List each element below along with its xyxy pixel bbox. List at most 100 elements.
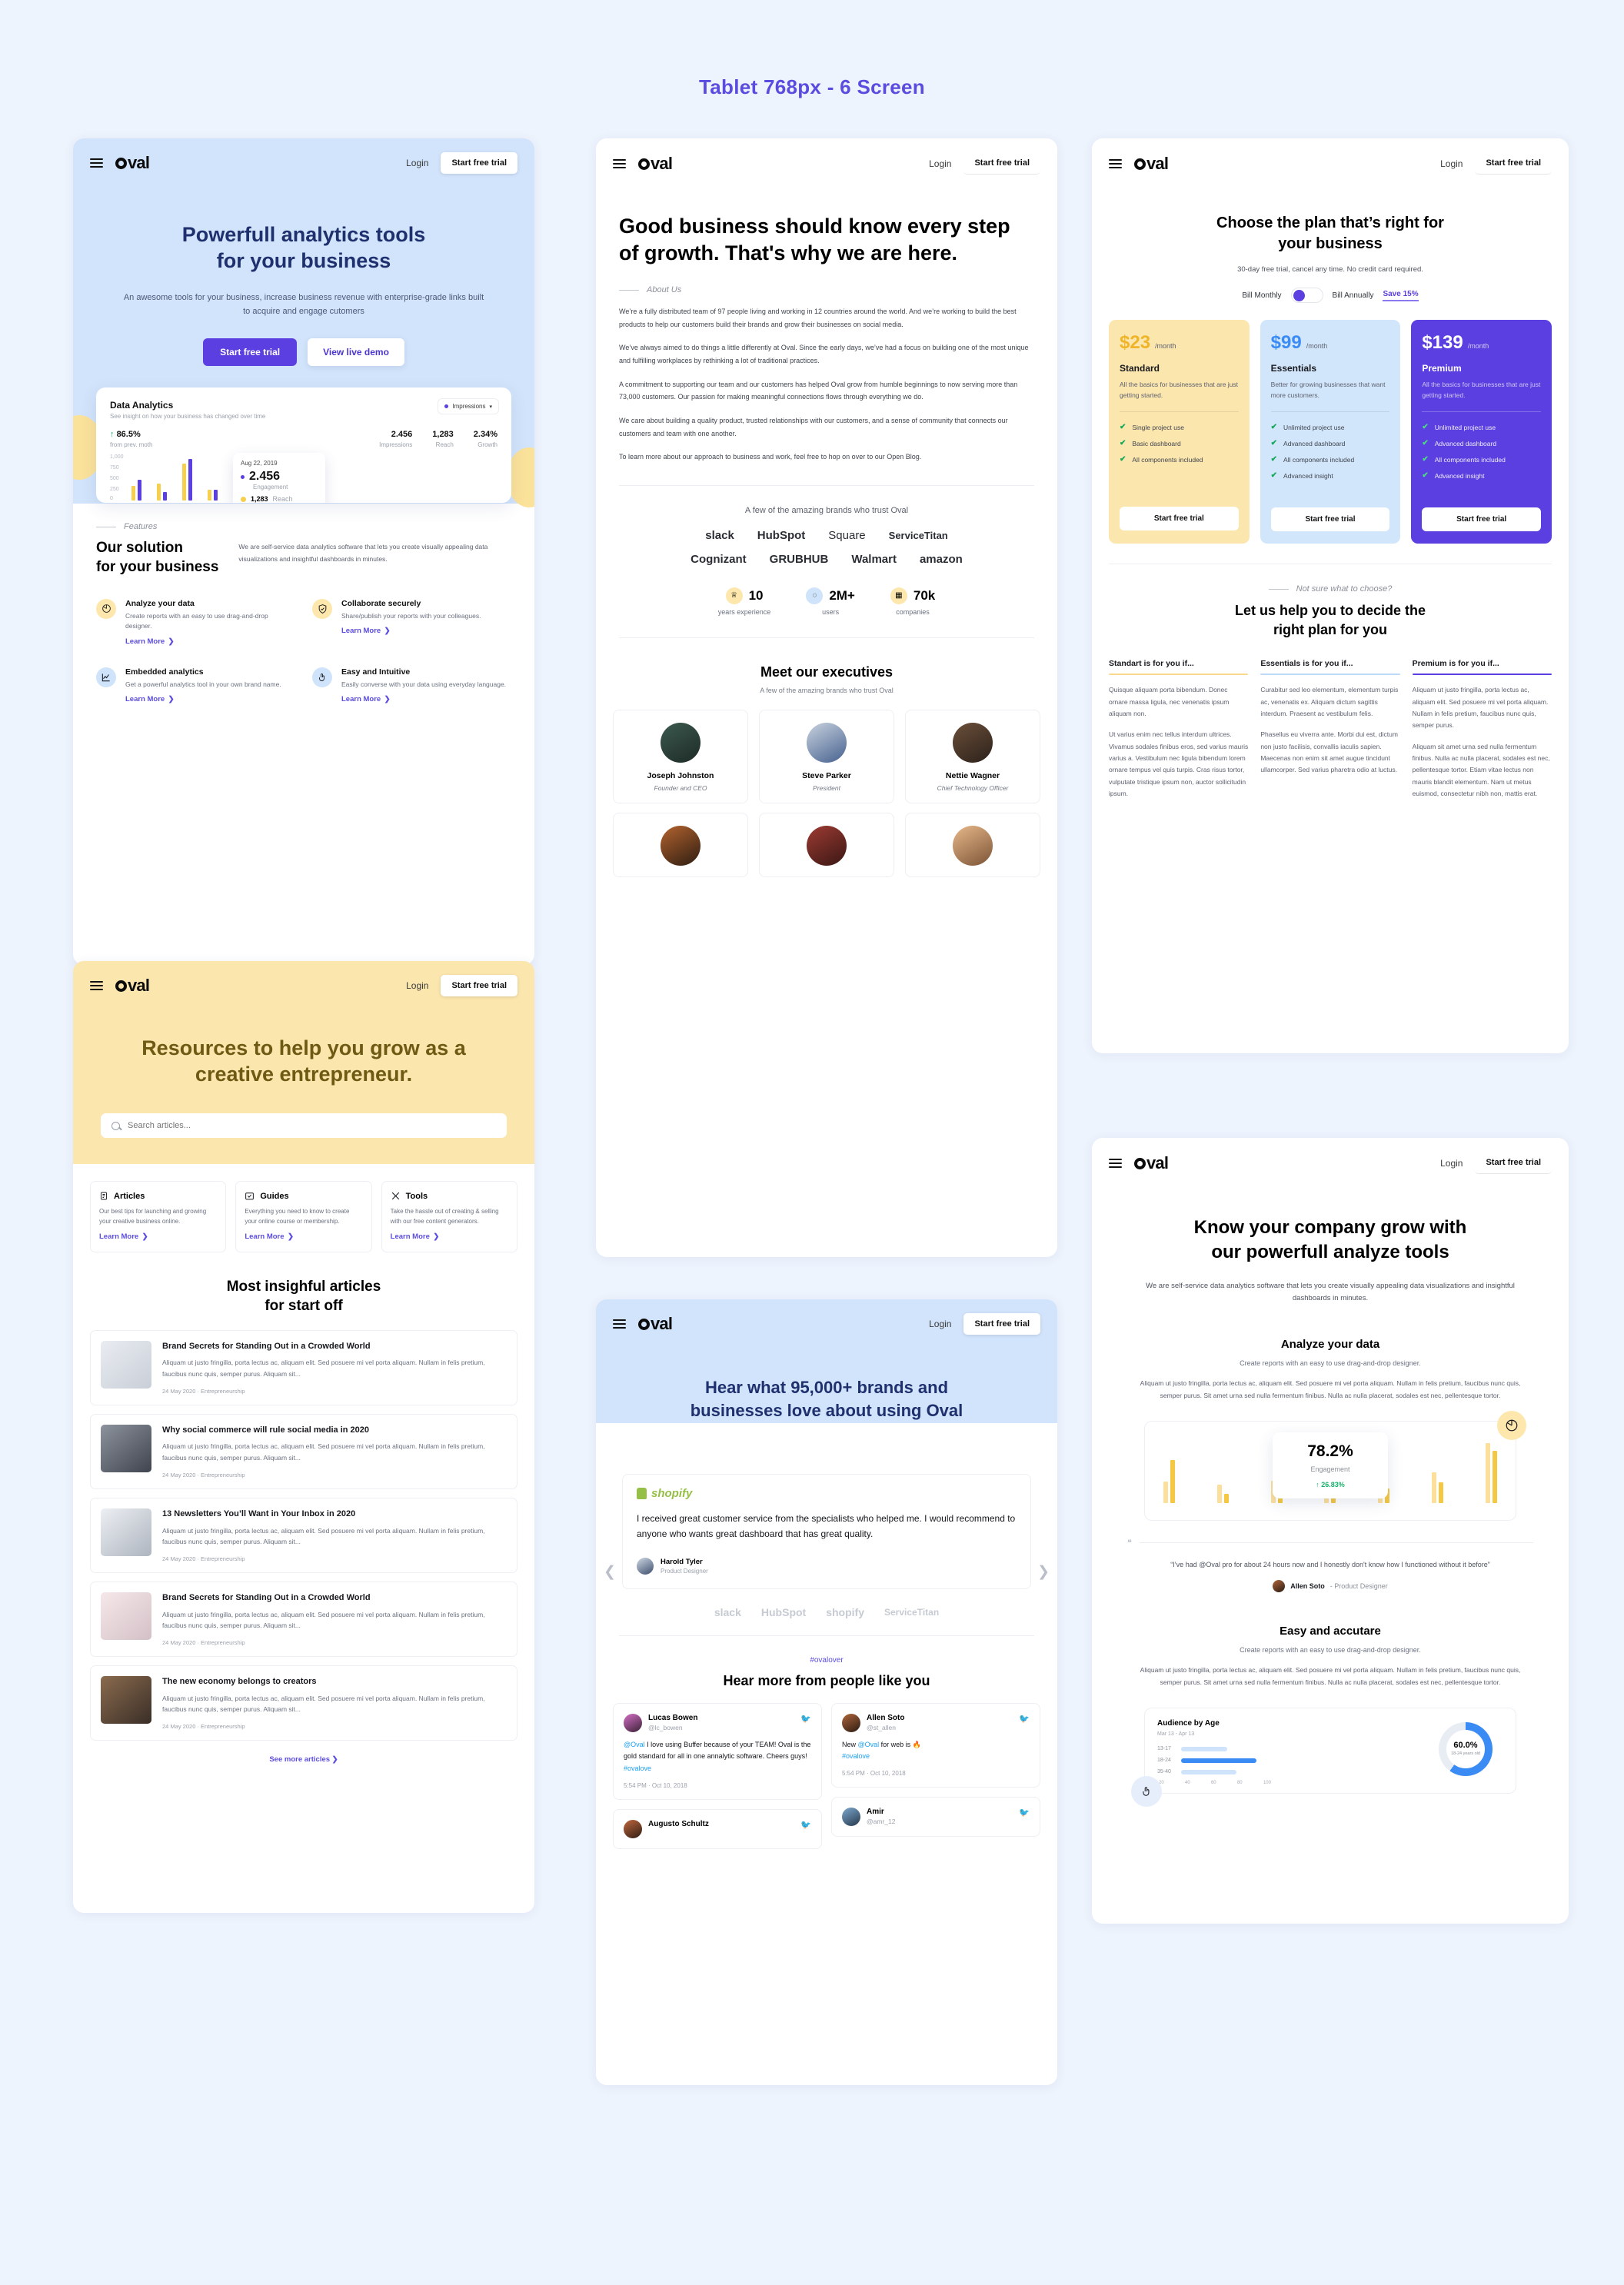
- start-free-trial-button[interactable]: Start free trial: [1475, 152, 1552, 175]
- menu-icon[interactable]: [1109, 1156, 1122, 1170]
- feature-card[interactable]: Analyze your data Create reports with an…: [96, 598, 295, 647]
- chevron-right-icon: ❯: [168, 637, 175, 646]
- hero-primary-cta[interactable]: Start free trial: [203, 338, 298, 367]
- tweet-timestamp: 5:54 PM · Oct 10, 2018: [842, 1770, 906, 1777]
- resource-card[interactable]: Articles Our best tips for launching and…: [90, 1181, 227, 1253]
- plan-cta-button[interactable]: Start free trial: [1270, 507, 1390, 532]
- underline: [1412, 673, 1552, 676]
- mention-link[interactable]: @Oval: [624, 1741, 645, 1748]
- learn-more-link[interactable]: Learn More: [125, 637, 165, 646]
- list-item[interactable]: Brand Secrets for Standing Out in a Crow…: [90, 1329, 517, 1405]
- list-item[interactable]: Why social commerce will rule social med…: [90, 1413, 517, 1489]
- hero-secondary-cta[interactable]: View live demo: [308, 338, 404, 367]
- list-item[interactable]: 13 Newsletters You’ll Want in Your Inbox…: [90, 1497, 517, 1573]
- executive-card[interactable]: Nettie Wagner Chief Technology Officer: [905, 709, 1040, 803]
- executive-card[interactable]: [759, 812, 894, 877]
- login-link[interactable]: Login: [406, 158, 428, 168]
- start-free-trial-button[interactable]: Start free trial: [441, 975, 517, 996]
- executive-card[interactable]: [905, 812, 1040, 877]
- logo-o-icon: [638, 1319, 650, 1330]
- plan-cta-button[interactable]: Start free trial: [1120, 507, 1239, 531]
- plan-name: Standard: [1120, 363, 1160, 374]
- plan-feature: ✔ Single project use: [1120, 423, 1184, 432]
- learn-more-link[interactable]: Learn More: [341, 627, 381, 635]
- analyze-subtitle: We are self-service data analytics softw…: [1146, 1281, 1515, 1303]
- learn-more-link[interactable]: Learn More: [245, 1232, 284, 1241]
- tweet-card[interactable]: Allen Soto @st_allen 🐦 New @Oval for web…: [831, 1702, 1040, 1788]
- tweet-card[interactable]: Lucas Bowen @lc_bowen 🐦 @Oval I love usi…: [613, 1702, 822, 1800]
- executive-card[interactable]: [613, 812, 748, 877]
- learn-more-link[interactable]: Learn More: [391, 1232, 430, 1241]
- resource-card[interactable]: Guides Everything you need to know to cr…: [235, 1181, 372, 1253]
- search-bar[interactable]: [101, 1113, 507, 1139]
- brand-logo[interactable]: val: [1134, 1153, 1169, 1173]
- login-link[interactable]: Login: [1440, 158, 1463, 169]
- learn-more-link[interactable]: Learn More: [341, 695, 381, 703]
- learn-more-link[interactable]: Learn More: [99, 1232, 138, 1241]
- plan-feature: ✔ All components included: [1270, 455, 1355, 464]
- resource-card[interactable]: Tools Take the hassle out of creating & …: [381, 1181, 517, 1253]
- articles-list: Brand Secrets for Standing Out in a Crow…: [73, 1316, 534, 1741]
- tweet-card[interactable]: Augusto Schultz 🐦: [613, 1808, 822, 1849]
- article-meta: 24 May 2020 · Entrepreneurship: [162, 1471, 245, 1478]
- compare-head: Essentials is for you if...: [1260, 658, 1353, 668]
- brand-logo[interactable]: val: [638, 1314, 673, 1334]
- menu-icon[interactable]: [1109, 157, 1122, 171]
- feature-card[interactable]: Embedded analytics Get a powerful analyt…: [96, 667, 295, 706]
- hashtag-link[interactable]: #ovalove: [842, 1752, 870, 1760]
- resources-heading: Resources to help you grow as a creative …: [141, 1036, 466, 1086]
- menu-icon[interactable]: [613, 157, 626, 171]
- carousel-prev-button[interactable]: ❮: [604, 1563, 616, 1581]
- login-link[interactable]: Login: [929, 158, 951, 169]
- crown-icon: ♕: [725, 587, 743, 604]
- screen-resources: val Login Start free trial Resources to …: [73, 961, 534, 1913]
- article-title: Brand Secrets for Standing Out in a Crow…: [162, 1341, 371, 1351]
- chevron-right-icon: ❯: [384, 627, 391, 636]
- executive-card[interactable]: Joseph Johnston Founder and CEO: [613, 709, 748, 803]
- start-free-trial-button[interactable]: Start free trial: [963, 152, 1040, 175]
- compare-paragraph: Curabitur sed leo elementum, elementum t…: [1260, 686, 1399, 718]
- tweet-card[interactable]: Amir @amr_12 🐦: [831, 1797, 1040, 1837]
- mention-link[interactable]: @Oval: [858, 1741, 880, 1748]
- menu-icon[interactable]: [90, 156, 103, 170]
- article-excerpt: Aliquam ut justo fringilla, porta lectus…: [162, 1526, 485, 1546]
- menu-icon[interactable]: [90, 979, 103, 993]
- see-more-articles-link[interactable]: See more articles ❯: [73, 1749, 534, 1779]
- legend-dot-icon: [444, 404, 449, 409]
- compare-paragraph: Phasellus eu viverra ante. Morbi dui est…: [1260, 730, 1398, 774]
- brand-logo[interactable]: val: [115, 153, 150, 173]
- avatar: [953, 825, 993, 866]
- login-link[interactable]: Login: [1440, 1158, 1463, 1169]
- check-icon: ✔: [1270, 471, 1278, 481]
- executive-role: Chief Technology Officer: [937, 783, 1009, 792]
- brand-logo[interactable]: val: [115, 976, 150, 996]
- stat-label: years experience: [717, 607, 771, 616]
- login-link[interactable]: Login: [406, 980, 428, 991]
- check-icon: ✔: [1120, 423, 1126, 432]
- hashtag-link[interactable]: #ovalove: [624, 1764, 651, 1772]
- bar-group: [1432, 1472, 1444, 1503]
- start-free-trial-button[interactable]: Start free trial: [963, 1313, 1040, 1335]
- resource-title: Guides: [260, 1191, 289, 1201]
- feature-card[interactable]: Collaborate securely Share/publish your …: [312, 598, 511, 647]
- list-item[interactable]: Brand Secrets for Standing Out in a Crow…: [90, 1581, 517, 1657]
- login-link[interactable]: Login: [929, 1319, 951, 1329]
- feature-card[interactable]: Easy and Intuitive Easily converse with …: [312, 667, 511, 706]
- carousel-next-button[interactable]: ❯: [1037, 1563, 1050, 1581]
- search-input[interactable]: [128, 1121, 496, 1131]
- brand-logo[interactable]: val: [1134, 154, 1169, 174]
- bill-annually-label[interactable]: Bill Annually: [1333, 291, 1374, 300]
- menu-icon[interactable]: [613, 1317, 626, 1331]
- billing-toggle[interactable]: [1290, 288, 1323, 303]
- pricing-heading: Choose the plan that’s right for your bus…: [1216, 215, 1444, 252]
- list-item[interactable]: The new economy belongs to creators Aliq…: [90, 1665, 517, 1741]
- start-free-trial-button[interactable]: Start free trial: [441, 152, 517, 174]
- executive-card[interactable]: Steve Parker President: [759, 709, 894, 803]
- impressions-dropdown[interactable]: Impressions ▾: [438, 398, 499, 415]
- learn-more-link[interactable]: Learn More: [125, 695, 165, 703]
- plan-cta-button[interactable]: Start free trial: [1422, 507, 1541, 532]
- start-free-trial-button[interactable]: Start free trial: [1475, 1152, 1552, 1174]
- bar-group: [1485, 1442, 1497, 1503]
- bill-monthly-label[interactable]: Bill Monthly: [1242, 291, 1281, 300]
- brand-logo[interactable]: val: [638, 154, 673, 174]
